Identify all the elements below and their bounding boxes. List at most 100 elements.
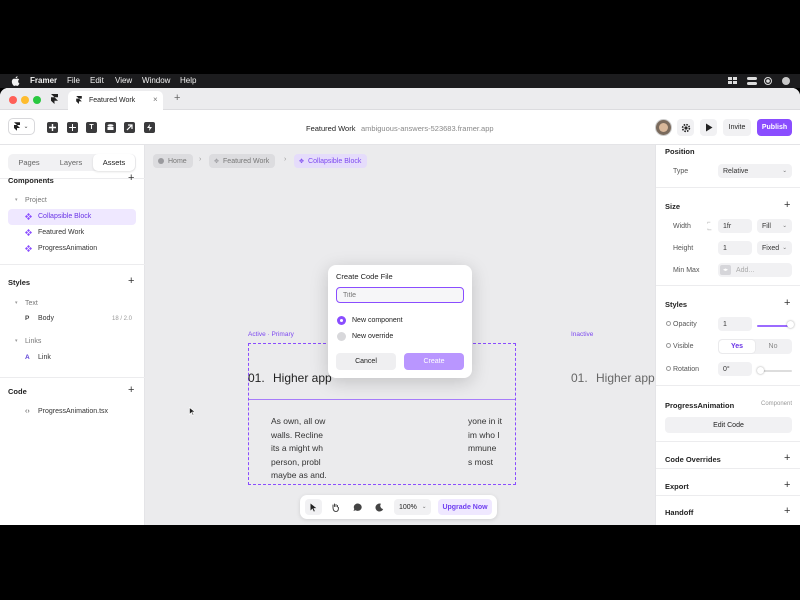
menu-file[interactable]: File [67, 76, 80, 85]
tab-layers[interactable]: Layers [51, 154, 91, 171]
tab-assets[interactable]: Assets [93, 154, 135, 171]
plugins-icon[interactable] [144, 122, 155, 133]
opacity-slider-knob[interactable] [787, 321, 794, 328]
breadcrumb-home[interactable]: Home [153, 154, 193, 168]
add-code-button[interactable]: + [128, 384, 134, 396]
title-input[interactable] [336, 287, 464, 303]
visible-yes-option[interactable]: Yes [719, 340, 755, 353]
opacity-toggle-icon[interactable] [666, 321, 671, 326]
edit-code-button[interactable]: Edit Code [665, 417, 792, 433]
upgrade-button[interactable]: Upgrade Now [438, 499, 492, 515]
type-label: Type [673, 168, 689, 175]
chevron-down-icon[interactable]: ▾ [15, 300, 18, 306]
position-type-select[interactable]: Relative ⌄ [718, 164, 792, 178]
insert-icon[interactable] [47, 122, 58, 133]
project-folder[interactable]: Project [25, 197, 47, 204]
project-name[interactable]: Featured Work [306, 124, 355, 133]
invite-button[interactable]: Invite [723, 119, 751, 136]
framer-logo-icon [14, 122, 21, 131]
project-url[interactable]: ambiguous-answers-523683.framer.app [361, 124, 494, 133]
preview-button[interactable] [700, 119, 717, 136]
create-button[interactable]: Create [404, 353, 464, 370]
new-tab-button[interactable]: + [174, 92, 180, 104]
comment-tool-button[interactable] [349, 499, 366, 515]
apple-icon[interactable] [11, 76, 20, 86]
tab-featured-work[interactable]: Featured Work × [68, 91, 163, 110]
width-mode-select[interactable]: Fill ⌄ [757, 219, 792, 233]
link-style-link[interactable]: Link [38, 354, 51, 361]
breadcrumb-collapsible-block[interactable]: ✥ Collapsible Block [294, 154, 368, 168]
menu-view[interactable]: View [115, 76, 132, 85]
height-label: Height [673, 245, 694, 252]
framer-logo-icon[interactable] [51, 94, 58, 104]
siri-icon[interactable] [782, 77, 790, 85]
visible-toggle-icon[interactable] [666, 343, 671, 348]
item-heading-inactive: Higher app [596, 371, 655, 385]
layout-icon[interactable] [67, 122, 78, 133]
height-input[interactable]: 1 [718, 241, 752, 255]
height-mode-select[interactable]: Fixed ⌄ [757, 241, 792, 255]
record-icon[interactable] [764, 77, 772, 85]
cms-icon[interactable] [105, 122, 116, 133]
text-style-icon: P [25, 315, 30, 322]
links-folder[interactable]: Links [25, 338, 41, 345]
text-icon[interactable]: T [86, 122, 97, 133]
zoom-window-button[interactable] [33, 96, 41, 104]
select-tool-button[interactable] [305, 499, 322, 515]
minmax-input[interactable]: ◂▸ Add... [718, 263, 792, 277]
publish-button[interactable]: Publish [757, 119, 792, 136]
theme-toggle-button[interactable] [371, 499, 388, 515]
chevron-down-icon[interactable]: ▾ [15, 338, 18, 344]
component-featured-work[interactable]: Featured Work [38, 229, 84, 236]
cancel-button[interactable]: Cancel [336, 353, 396, 370]
add-style-button[interactable]: + [128, 275, 134, 287]
framer-menu-button[interactable]: ⌄ [8, 118, 35, 135]
rotation-input[interactable]: 0° [718, 362, 752, 376]
rotation-toggle-icon[interactable] [666, 366, 671, 371]
variant-label-primary[interactable]: Active · Primary [248, 331, 294, 338]
radio-new-component[interactable] [337, 316, 346, 325]
opacity-input[interactable]: 1 [718, 317, 752, 331]
text-style-body[interactable]: Body [38, 315, 54, 322]
component-collapsible-block[interactable]: Collapsible Block [38, 213, 91, 220]
minimize-window-button[interactable] [21, 96, 29, 104]
component-name: ProgressAnimation [665, 401, 735, 410]
components-title: Components [8, 176, 54, 185]
add-component-button[interactable]: + [128, 172, 134, 184]
add-export-button[interactable]: + [784, 479, 790, 491]
radio-new-override[interactable] [337, 332, 346, 341]
rotation-slider-knob[interactable] [757, 367, 764, 374]
play-icon [705, 123, 712, 132]
grid-status-icon[interactable] [728, 77, 737, 85]
menu-edit[interactable]: Edit [90, 76, 104, 85]
export-title: Export [665, 482, 689, 491]
visible-no-option[interactable]: No [755, 340, 791, 353]
width-input[interactable]: 1fr [718, 219, 752, 233]
link-dimensions-icon[interactable]: ⌐ ⌙ [707, 220, 712, 233]
add-override-button[interactable]: + [784, 452, 790, 464]
component-progress-animation[interactable]: ProgressAnimation [38, 245, 97, 252]
tab-pages[interactable]: Pages [9, 154, 49, 171]
option-new-component[interactable]: New component [352, 317, 403, 324]
arrow-up-right-icon[interactable] [124, 122, 135, 133]
paragraph-right: yone in it im who I mmune s most [468, 416, 503, 467]
control-center-icon[interactable] [747, 77, 757, 85]
add-size-button[interactable]: + [784, 199, 790, 211]
chevron-down-icon[interactable]: ▾ [15, 197, 18, 203]
avatar[interactable] [655, 119, 672, 136]
menu-help[interactable]: Help [180, 76, 196, 85]
close-tab-icon[interactable]: × [153, 95, 158, 104]
breadcrumb-featured-work[interactable]: ✥ Featured Work [209, 154, 276, 168]
add-handoff-button[interactable]: + [784, 505, 790, 517]
variant-label-inactive[interactable]: Inactive [571, 331, 593, 338]
close-window-button[interactable] [9, 96, 17, 104]
hand-tool-button[interactable] [327, 499, 344, 515]
zoom-select[interactable]: 100% ⌄ [394, 499, 431, 515]
menu-window[interactable]: Window [142, 76, 170, 85]
settings-button[interactable] [677, 119, 694, 136]
menu-framer[interactable]: Framer [30, 76, 57, 85]
option-new-override[interactable]: New override [352, 333, 393, 340]
code-file-progress-animation[interactable]: ProgressAnimation.tsx [38, 408, 108, 415]
add-style-button[interactable]: + [784, 297, 790, 309]
text-styles-folder[interactable]: Text [25, 300, 38, 307]
